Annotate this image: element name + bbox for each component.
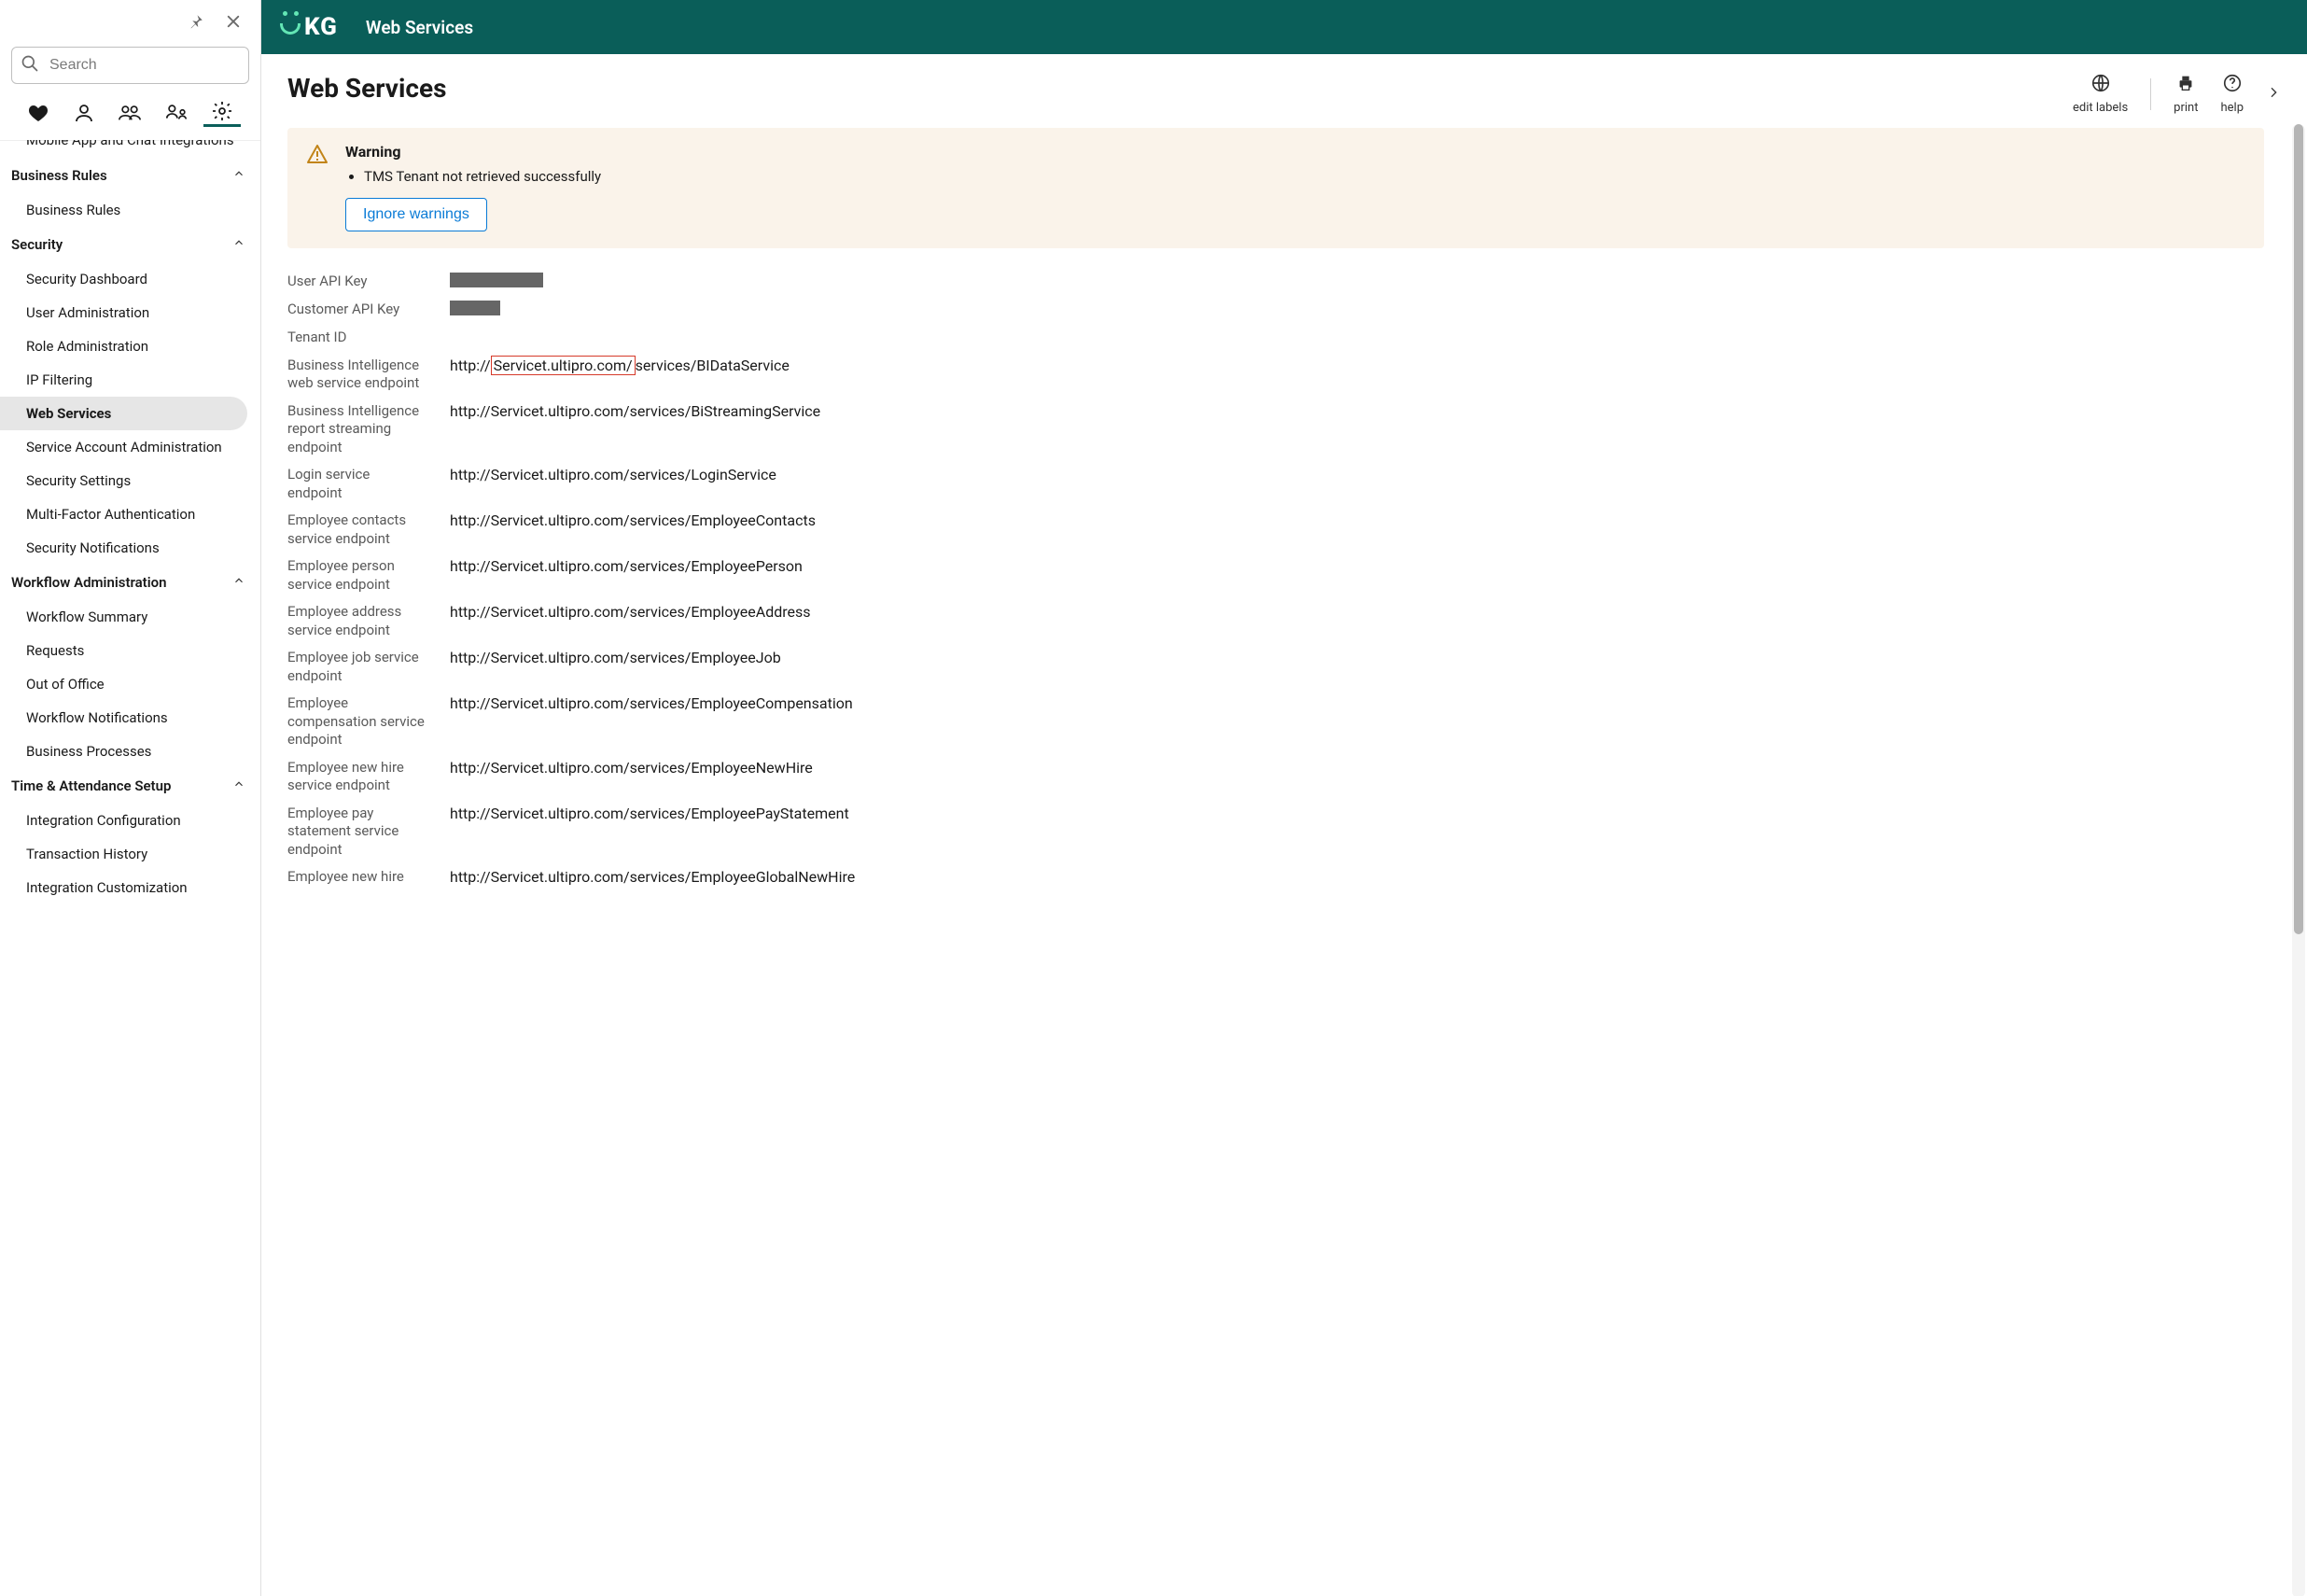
sidebar-item-integration-customization[interactable]: Integration Customization [0, 871, 249, 904]
edit-labels-button[interactable]: edit labels [2073, 73, 2128, 115]
sidebar-item-workflow-notifications[interactable]: Workflow Notifications [0, 701, 249, 735]
sidebar-item-transaction-history[interactable]: Transaction History [0, 837, 249, 871]
field-value: http://Servicet.ultipro.com/services/Emp… [450, 803, 849, 822]
sidebar-section-label: Time & Attendance Setup [11, 777, 171, 794]
close-icon[interactable] [225, 13, 242, 34]
sidebar-item-security-dashboard[interactable]: Security Dashboard [0, 262, 249, 296]
sidebar-item-web-services[interactable]: Web Services [0, 397, 247, 430]
brand-text: KG [304, 13, 338, 41]
alert-message: TMS Tenant not retrieved successfully [364, 168, 2245, 185]
field-label: Employee person service endpoint [287, 555, 427, 594]
field-value: http://Servicet.ultipro.com/services/Emp… [450, 757, 813, 777]
sidebar-section-label: Security [11, 236, 63, 253]
field-value: http://Servicet.ultipro.com/services/Emp… [450, 866, 855, 886]
pin-icon[interactable] [188, 13, 204, 34]
sidebar-item-ip-filtering[interactable]: IP Filtering [0, 363, 249, 397]
chevron-up-icon [232, 574, 245, 591]
sidebar-item-service-account-admin[interactable]: Service Account Administration [0, 430, 249, 464]
scrollbar-thumb[interactable] [2294, 124, 2303, 934]
sidebar-menu[interactable]: Mobile App and Chat Integrations Busines… [0, 140, 260, 1596]
favorites-icon[interactable] [20, 99, 57, 127]
field-label: Customer API Key [287, 299, 427, 319]
sidebar-section-label: Workflow Administration [11, 574, 167, 591]
action-label: edit labels [2073, 101, 2128, 115]
search-icon [21, 54, 39, 77]
chevron-right-icon[interactable] [2266, 85, 2281, 104]
sidebar-section-label: Business Rules [11, 167, 107, 184]
chevron-up-icon [232, 236, 245, 253]
field-value: http://Servicet.ultipro.com/services/BiS… [450, 400, 820, 420]
topbar: KG Web Services [261, 0, 2307, 54]
topbar-title: Web Services [366, 17, 473, 38]
help-button[interactable]: help [2220, 73, 2244, 115]
search-input[interactable] [11, 47, 249, 84]
sidebar-section-business-rules[interactable]: Business Rules [0, 158, 260, 193]
help-icon [2222, 73, 2243, 97]
sidebar-item-mfa[interactable]: Multi-Factor Authentication [0, 497, 249, 531]
field-value-redacted [450, 271, 543, 291]
field-label: Employee job service endpoint [287, 647, 427, 685]
sidebar-section-time-attendance[interactable]: Time & Attendance Setup [0, 768, 260, 804]
field-value: http://Servicet.ultipro.com/services/Emp… [450, 693, 853, 712]
alert-title: Warning [345, 143, 2245, 161]
sidebar-item-requests[interactable]: Requests [0, 634, 249, 667]
sidebar-item-business-rules[interactable]: Business Rules [0, 193, 249, 227]
highlighted-host: Servicet.ultipro.com/ [491, 356, 636, 375]
field-value-redacted [450, 299, 500, 319]
sidebar-section-security[interactable]: Security [0, 227, 260, 262]
field-value: http://Servicet.ultipro.com/services/Emp… [450, 555, 803, 575]
sidebar: Mobile App and Chat Integrations Busines… [0, 0, 261, 1596]
sidebar-section-workflow-admin[interactable]: Workflow Administration [0, 565, 260, 600]
brand-logo: KG [280, 13, 338, 41]
person-icon[interactable] [65, 99, 103, 127]
chevron-up-icon [232, 167, 245, 184]
gear-icon[interactable] [203, 99, 241, 127]
print-button[interactable]: print [2174, 73, 2198, 115]
globe-icon [2090, 73, 2111, 97]
divider [2150, 78, 2151, 110]
field-label: Business Intelligence web service endpoi… [287, 355, 427, 393]
sidebar-item-out-of-office[interactable]: Out of Office [0, 667, 249, 701]
field-label: Employee compensation service endpoint [287, 693, 427, 749]
sidebar-item-workflow-summary[interactable]: Workflow Summary [0, 600, 249, 634]
sidebar-item-security-notifications[interactable]: Security Notifications [0, 531, 249, 565]
people-icon[interactable] [111, 99, 148, 127]
print-icon [2175, 73, 2196, 97]
field-value: http://Servicet.ultipro.com/services/Emp… [450, 601, 811, 621]
sidebar-item-role-administration[interactable]: Role Administration [0, 329, 249, 363]
sidebar-item[interactable]: Mobile App and Chat Integrations [0, 140, 249, 158]
chevron-up-icon [232, 777, 245, 794]
warning-alert: Warning TMS Tenant not retrieved success… [287, 128, 2264, 248]
field-label: Employee pay statement service endpoint [287, 803, 427, 860]
field-label: Tenant ID [287, 327, 427, 347]
sidebar-item-business-processes[interactable]: Business Processes [0, 735, 249, 768]
field-value: http://Servicet.ultipro.com/services/BID… [450, 355, 790, 374]
field-label: Employee address service endpoint [287, 601, 427, 639]
sidebar-item-integration-config[interactable]: Integration Configuration [0, 804, 249, 837]
page-title: Web Services [287, 73, 446, 104]
field-label: Login service endpoint [287, 464, 427, 502]
field-value: http://Servicet.ultipro.com/services/Log… [450, 464, 776, 483]
field-label: Employee new hire service endpoint [287, 757, 427, 795]
field-label: Employee contacts service endpoint [287, 510, 427, 548]
scrollbar[interactable] [2292, 124, 2305, 1596]
ignore-warnings-button[interactable]: Ignore warnings [345, 198, 487, 231]
org-icon[interactable] [158, 99, 195, 127]
content-area[interactable]: Warning TMS Tenant not retrieved success… [261, 122, 2288, 1596]
sidebar-item-security-settings[interactable]: Security Settings [0, 464, 249, 497]
field-value: http://Servicet.ultipro.com/services/Emp… [450, 647, 781, 666]
field-label: Employee new hire [287, 866, 427, 887]
action-label: print [2174, 101, 2198, 115]
field-value: http://Servicet.ultipro.com/services/Emp… [450, 510, 816, 529]
action-label: help [2220, 101, 2244, 115]
warning-icon [306, 143, 329, 231]
sidebar-item-user-administration[interactable]: User Administration [0, 296, 249, 329]
field-label: User API Key [287, 271, 427, 291]
field-label: Business Intelligence report streaming e… [287, 400, 427, 457]
